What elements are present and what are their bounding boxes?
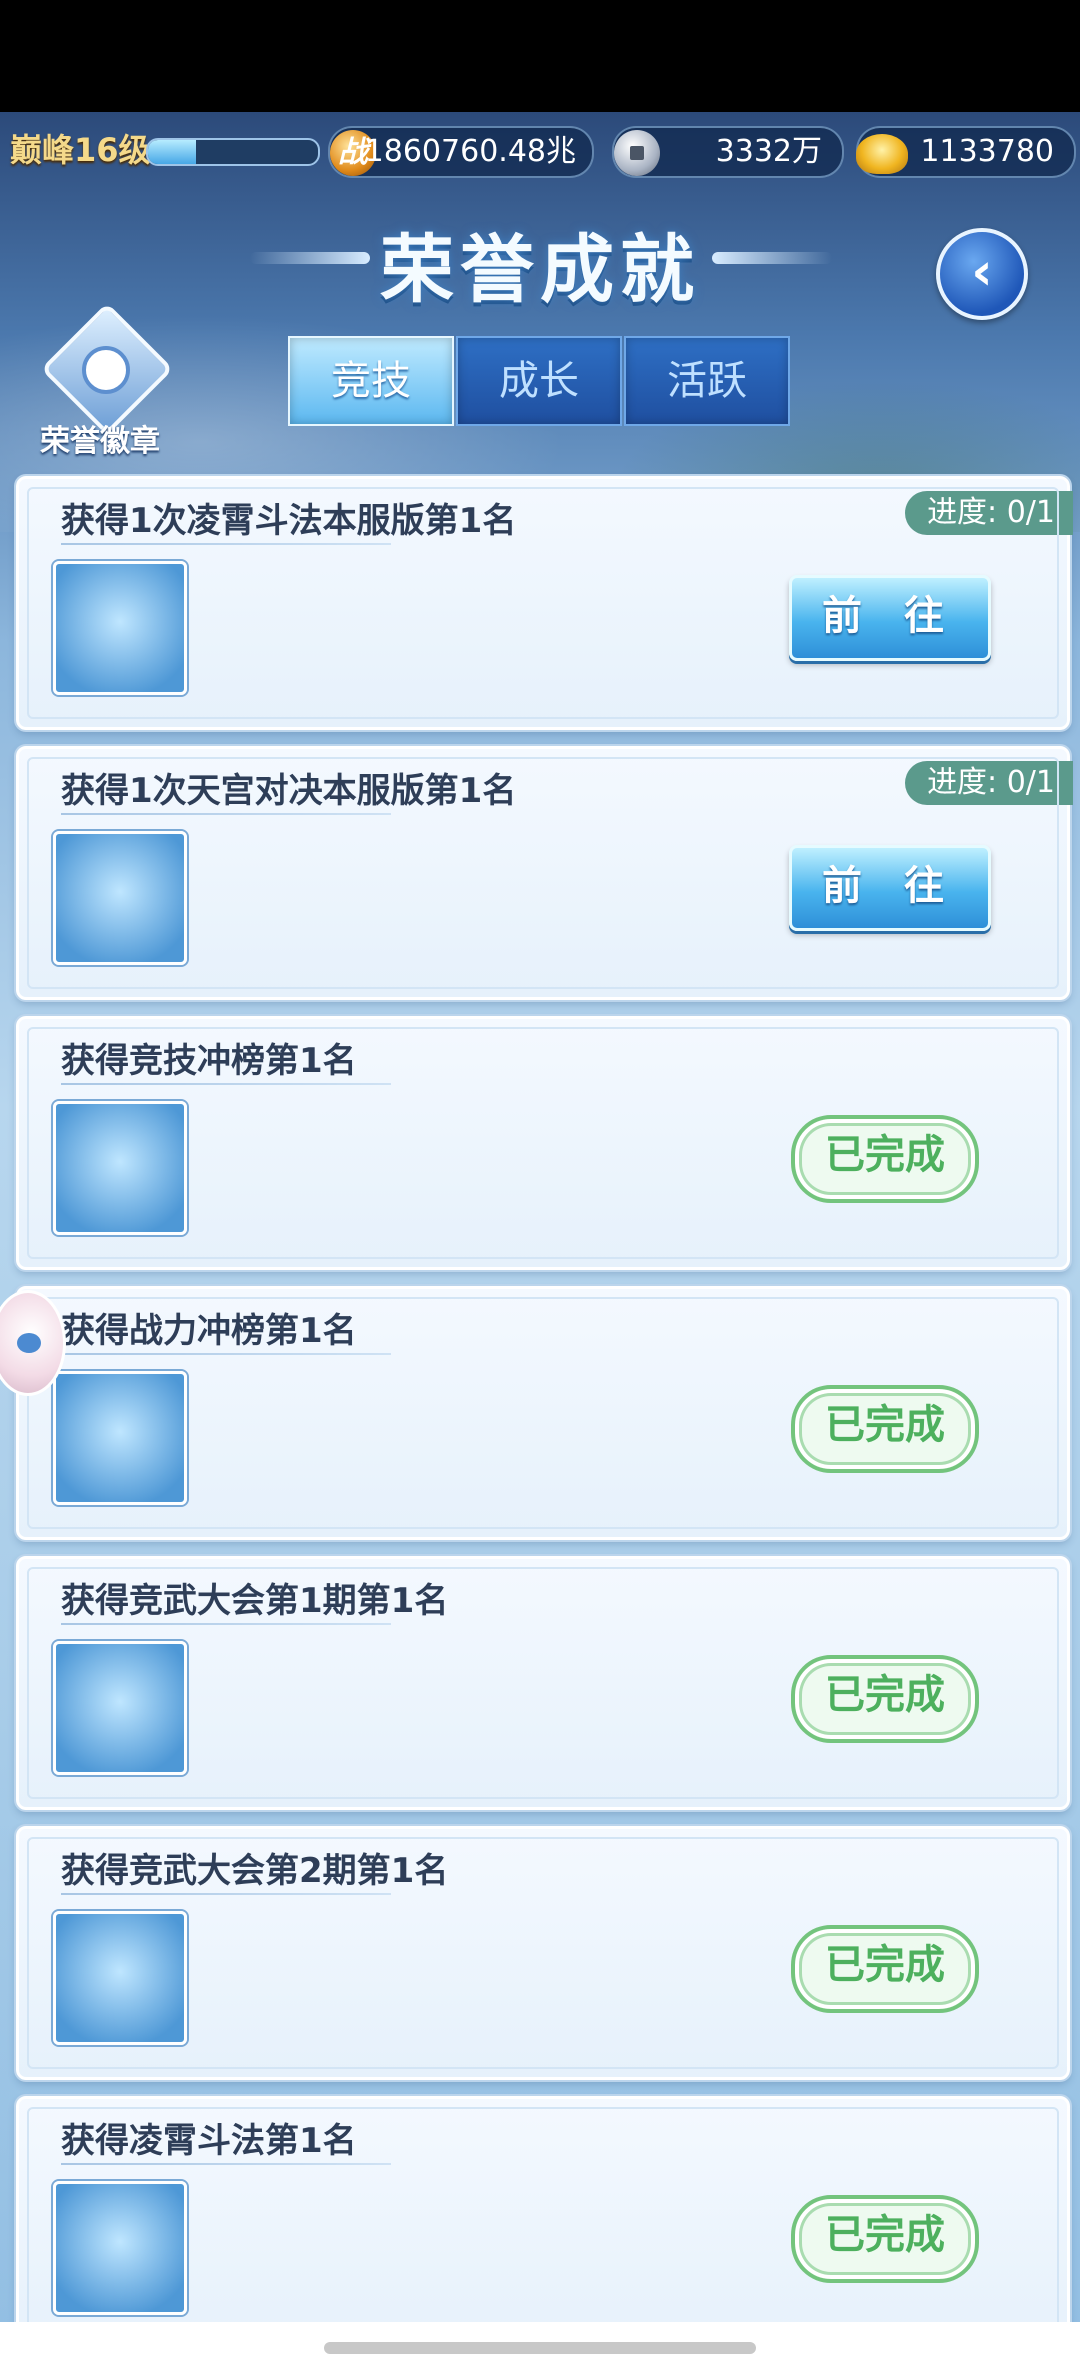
title-underline: [61, 1893, 391, 1895]
flame-wings-icon: [53, 831, 187, 965]
silver-pill[interactable]: 3332万: [612, 126, 844, 178]
go-button[interactable]: 前 往: [789, 845, 991, 931]
honor-badge-icon-core: [82, 346, 130, 394]
go-button[interactable]: 前 往: [789, 575, 991, 661]
device-top-bar: [0, 0, 1080, 112]
achievement-title: 获得凌霄斗法第1名: [61, 2121, 357, 2161]
progress-badge: 进度: 0/1: [905, 491, 1073, 535]
honor-badge-button[interactable]: 荣誉徽章: [30, 302, 174, 459]
chevron-left-icon: ‹: [971, 242, 993, 302]
red-orb-frame-icon: [53, 2181, 187, 2315]
achievement-card: 获得1次天宫对决本服版第1名 进度: 0/1 前 往: [16, 746, 1073, 1000]
title-underline: [61, 813, 391, 815]
combat-power-pill: 战 1860760.48兆: [328, 126, 594, 178]
tab-growth[interactable]: 成长: [456, 336, 622, 426]
purple-wings-icon: [53, 1911, 187, 2045]
progress-badge: 进度: 0/1: [905, 761, 1073, 805]
crown-orange-icon: [53, 561, 187, 695]
achievement-card: 获得竞武大会第2期第1名 已完成: [16, 1826, 1070, 2080]
star-sword-icon: [53, 1101, 187, 1235]
gold-value: 1133780: [920, 134, 1054, 169]
resource-bar: 巅峰16级 战 1860760.48兆 3332万 1133780: [0, 118, 1080, 186]
completed-badge: 已完成: [791, 1385, 979, 1473]
combat-power-value: 1860760.48兆: [364, 134, 576, 169]
achievement-title: 获得竞武大会第1期第1名: [61, 1581, 449, 1621]
honor-badge-label: 荣誉徽章: [40, 424, 160, 459]
golden-horns-icon: [53, 1371, 187, 1505]
silver-coin-icon: [614, 130, 660, 176]
title-underline: [61, 1083, 391, 1085]
achievement-card: 获得凌霄斗法第1名 已完成: [16, 2096, 1070, 2350]
completed-badge: 已完成: [791, 2195, 979, 2283]
level-progress-bar: [146, 138, 320, 166]
red-banner-icon: [53, 1641, 187, 1775]
achievement-card: 获得战力冲榜第1名 已完成: [16, 1286, 1070, 1540]
achievement-title: 获得竞武大会第2期第1名: [61, 1851, 449, 1891]
achievement-title: 获得竞技冲榜第1名: [61, 1041, 357, 1081]
achievement-card: 获得竞武大会第1期第1名 已完成: [16, 1556, 1070, 1810]
completed-badge: 已完成: [791, 1115, 979, 1203]
title-underline: [61, 1623, 391, 1625]
achievement-title: 获得1次凌霄斗法本服版第1名: [61, 501, 517, 541]
level-progress-fill: [148, 140, 196, 164]
title-underline: [61, 1353, 391, 1355]
title-underline: [61, 543, 391, 545]
silver-value: 3332万: [715, 134, 822, 169]
level-label: 巅峰16级: [10, 131, 151, 169]
back-button[interactable]: ‹: [936, 228, 1028, 320]
home-indicator[interactable]: [324, 2342, 756, 2354]
achievement-card: 获得竞技冲榜第1名 已完成: [16, 1016, 1070, 1270]
title-underline: [61, 2163, 391, 2165]
completed-badge: 已完成: [791, 1655, 979, 1743]
completed-badge: 已完成: [791, 1925, 979, 2013]
gold-ingot-icon: [856, 134, 908, 174]
tab-arena[interactable]: 竞技: [288, 336, 454, 426]
gold-pill[interactable]: 1133780: [856, 126, 1076, 178]
achievement-title: 获得战力冲榜第1名: [61, 1311, 357, 1351]
tab-activity[interactable]: 活跃: [624, 336, 790, 426]
achievement-title: 获得1次天宫对决本服版第1名: [61, 771, 517, 811]
achievement-card: 获得1次凌霄斗法本服版第1名 进度: 0/1 前 往: [16, 476, 1073, 730]
page-title: 荣誉成就: [380, 227, 700, 313]
